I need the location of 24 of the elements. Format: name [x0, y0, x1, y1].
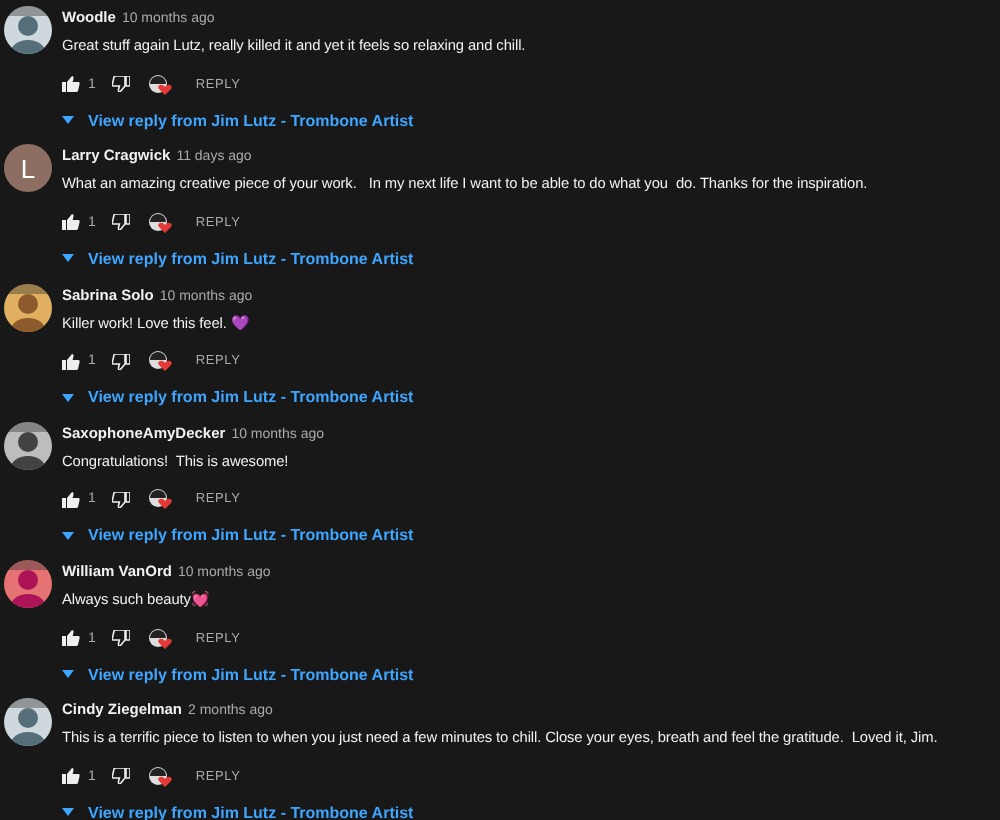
thumbs-up-icon[interactable] [62, 491, 80, 508]
view-reply-link[interactable]: View reply from Jim Lutz - Trombone Artist [62, 244, 868, 273]
thumbs-up-icon[interactable] [62, 76, 80, 92]
avatar[interactable]: L [4, 144, 52, 193]
caret-icon [62, 254, 74, 263]
thumbs-up-icon[interactable] [62, 630, 80, 647]
thumbs-down-icon[interactable] [111, 76, 130, 92]
caret-icon [62, 116, 74, 124]
view-reply-link[interactable]: View reply from Jim Lutz - Trombone Artist [62, 106, 526, 134]
thumbs-down-icon[interactable] [111, 353, 130, 370]
thumbs-up-icon[interactable] [62, 214, 80, 231]
view-reply-link[interactable]: View reply from Jim Lutz - Trombone Artist [62, 383, 414, 412]
caret-icon [62, 393, 74, 402]
view-reply-link[interactable]: View reply from Jim Lutz - Trombone Artist [62, 521, 414, 550]
thumbs-down-icon[interactable] [111, 768, 130, 785]
thumbs-down-icon[interactable] [111, 630, 130, 647]
caret-icon [62, 670, 74, 679]
caret-icon [62, 531, 74, 540]
caret-icon [62, 808, 74, 817]
thumbs-down-icon[interactable] [111, 491, 130, 508]
view-reply-link[interactable]: View reply from Jim Lutz - Trombone Artist [62, 660, 414, 689]
thumbs-up-icon[interactable] [62, 768, 80, 785]
thumbs-down-icon[interactable] [111, 214, 130, 231]
thumbs-up-icon[interactable] [62, 353, 80, 370]
